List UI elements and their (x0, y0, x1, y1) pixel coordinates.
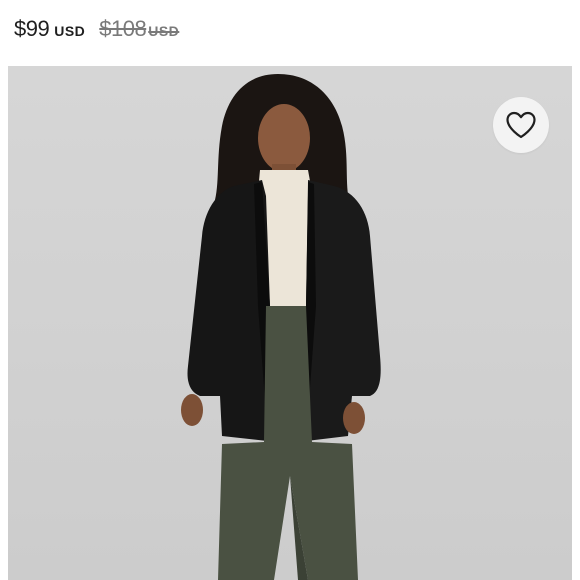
face (258, 104, 310, 172)
original-price-currency: USD (148, 23, 180, 39)
current-price: $99 USD (14, 16, 85, 42)
original-price: $108 USD (99, 16, 179, 42)
heart-icon (506, 111, 536, 139)
current-price-amount: $99 (14, 16, 50, 41)
current-price-currency: USD (54, 23, 86, 39)
right-hand (343, 402, 365, 434)
product-listing: $99 USD $108 USD (0, 0, 580, 580)
favorite-button[interactable] (493, 97, 549, 153)
product-image[interactable] (8, 66, 572, 580)
product-photo (181, 74, 381, 580)
original-price-amount: $108 (99, 16, 147, 41)
price-bar: $99 USD $108 USD (14, 12, 179, 46)
left-hand (181, 394, 203, 426)
